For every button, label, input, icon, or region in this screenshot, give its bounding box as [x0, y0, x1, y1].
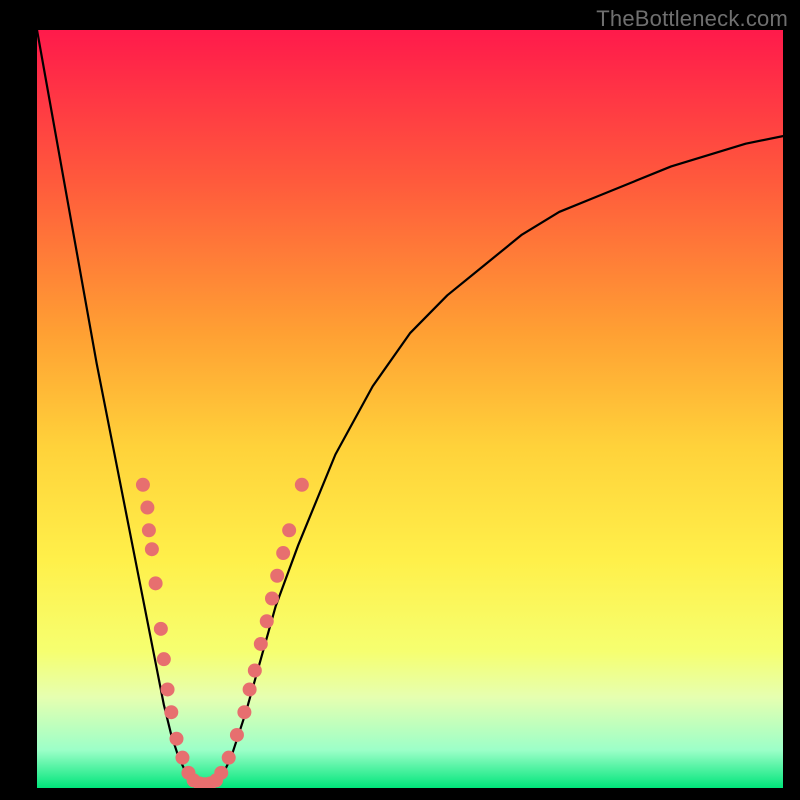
sample-point — [265, 592, 279, 606]
chart-stage: TheBottleneck.com — [0, 0, 800, 800]
sample-point — [136, 478, 150, 492]
sample-point — [142, 523, 156, 537]
sample-point — [282, 523, 296, 537]
sample-point — [276, 546, 290, 560]
sample-point — [230, 728, 244, 742]
sample-point — [270, 569, 284, 583]
sample-point — [149, 576, 163, 590]
sample-point — [248, 664, 262, 678]
sample-point — [237, 705, 251, 719]
sample-point — [254, 637, 268, 651]
bottleneck-chart — [0, 0, 800, 800]
sample-point — [175, 751, 189, 765]
sample-point — [170, 732, 184, 746]
sample-point — [260, 614, 274, 628]
gradient-background — [37, 30, 783, 788]
sample-point — [243, 682, 257, 696]
sample-point — [161, 682, 175, 696]
watermark-text: TheBottleneck.com — [596, 6, 788, 32]
sample-point — [164, 705, 178, 719]
sample-point — [157, 652, 171, 666]
sample-point — [154, 622, 168, 636]
sample-point — [214, 766, 228, 780]
sample-point — [295, 478, 309, 492]
sample-point — [222, 751, 236, 765]
sample-point — [140, 501, 154, 515]
sample-point — [145, 542, 159, 556]
